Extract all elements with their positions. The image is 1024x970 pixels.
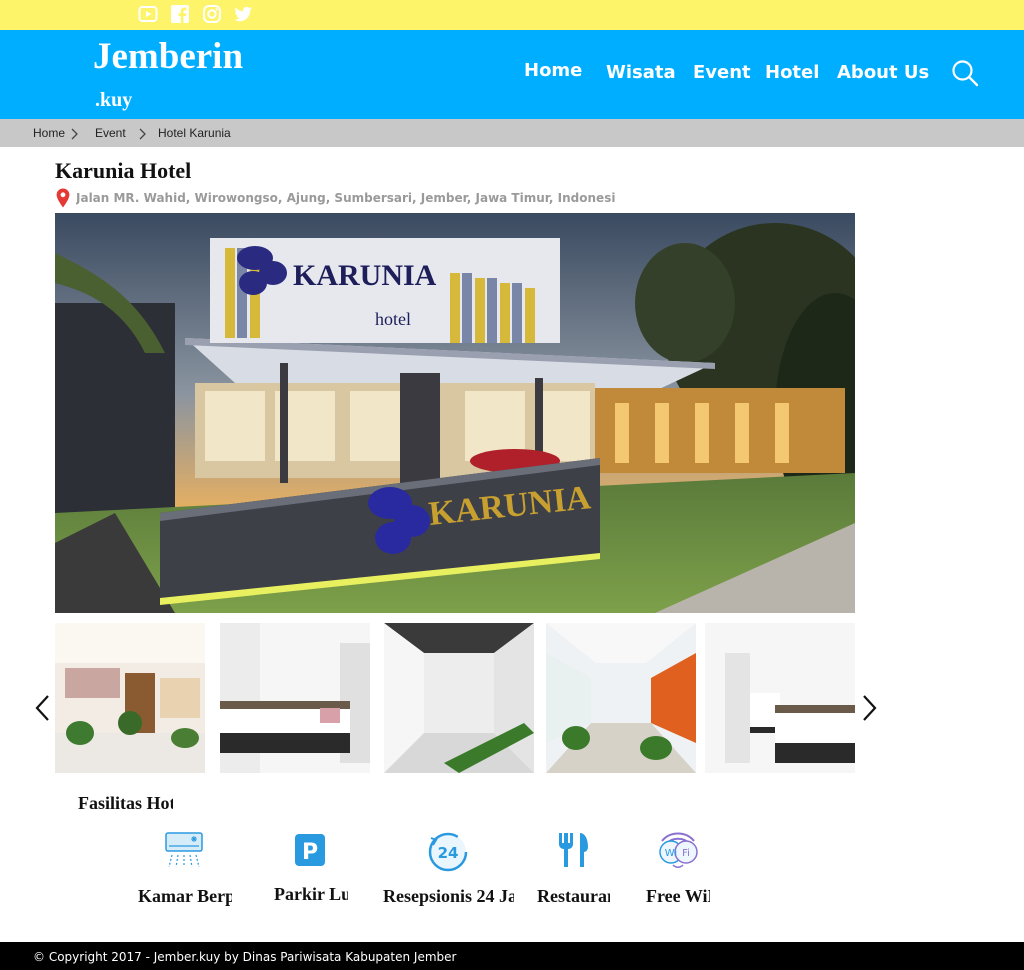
- photo-sign-top: KARUNIA: [293, 259, 437, 292]
- youtube-icon[interactable]: [138, 4, 158, 24]
- wifi-icon: Wi Fi: [656, 829, 700, 869]
- air-conditioner-icon: [164, 831, 204, 871]
- facility-label-reception: Resepsionis 24 Jam: [383, 886, 514, 906]
- chevron-right-icon: [139, 127, 146, 140]
- nav-wisata[interactable]: Wisata: [606, 60, 676, 86]
- site-logo[interactable]: Jemberin: [93, 36, 243, 78]
- svg-text:P: P: [302, 840, 318, 865]
- breadcrumb: Home Event Hotel Karunia: [0, 119, 1024, 147]
- gallery-thumbnail-4[interactable]: [546, 623, 696, 773]
- gallery-prev-button[interactable]: [33, 693, 53, 723]
- search-icon[interactable]: [951, 59, 979, 87]
- svg-text:Wi: Wi: [665, 848, 677, 859]
- breadcrumb-current: Hotel Karunia: [158, 126, 231, 140]
- instagram-icon[interactable]: [202, 4, 222, 24]
- hotel-address: Jalan MR. Wahid, Wirowongso, Ajung, Sumb…: [76, 191, 616, 205]
- chevron-right-icon: [71, 127, 78, 140]
- facility-label-ac: Kamar Berpendingin: [138, 886, 232, 906]
- svg-text:Fi: Fi: [682, 848, 690, 859]
- gallery-next-button[interactable]: [859, 693, 879, 723]
- facebook-icon[interactable]: [170, 4, 190, 24]
- page-title: Karunia Hotel: [55, 158, 192, 183]
- parking-icon: P: [294, 833, 326, 867]
- facility-label-wifi: Free WiFi: [646, 886, 710, 906]
- site-header: Jemberin .kuy Home Wisata Event Hotel Ab…: [0, 30, 1024, 119]
- site-footer: © Copyright 2017 - Jember.kuy by Dinas P…: [0, 942, 1024, 970]
- nav-event[interactable]: Event: [693, 60, 751, 86]
- hotel-main-photo: KARUNIA hotel KARUNIA: [55, 213, 855, 613]
- twitter-icon[interactable]: [233, 4, 253, 24]
- svg-text:24: 24: [438, 844, 459, 862]
- gallery-thumbnail-2[interactable]: [220, 623, 370, 773]
- site-logo-suffix[interactable]: .kuy: [95, 88, 132, 112]
- breadcrumb-home[interactable]: Home: [33, 125, 65, 141]
- nav-home[interactable]: Home: [524, 58, 582, 84]
- nav-about-us[interactable]: About Us: [837, 60, 929, 86]
- facility-label-parking: Parkir Luas: [274, 884, 348, 904]
- facilities-title: Fasilitas Hotel: [78, 793, 173, 813]
- gallery-thumbnail-1[interactable]: [55, 623, 205, 773]
- restaurant-icon: [556, 832, 590, 868]
- 24-hour-icon: 24: [427, 830, 469, 872]
- copyright-text: © Copyright 2017 - Jember.kuy by Dinas P…: [33, 950, 457, 964]
- map-pin-icon: [56, 188, 70, 208]
- social-bar: [0, 0, 1024, 30]
- photo-sign-top-sub: hotel: [375, 309, 411, 329]
- gallery-thumbnail-3[interactable]: [384, 623, 534, 773]
- breadcrumb-event[interactable]: Event: [95, 125, 126, 141]
- nav-hotel[interactable]: Hotel: [765, 60, 819, 86]
- facility-label-restaurant: Restaurant: [537, 886, 610, 906]
- gallery-thumbnail-5[interactable]: [705, 623, 855, 773]
